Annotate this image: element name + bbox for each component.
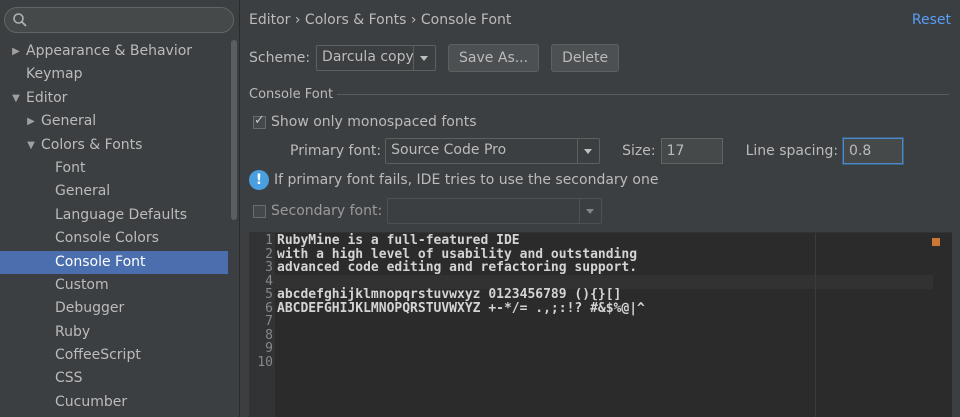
scheme-dropdown[interactable]: Darcula copy [316,45,437,71]
section-title: Console Font [249,87,338,102]
tree-item-colors-general[interactable]: General [0,180,228,203]
size-label: Size: [622,143,656,159]
settings-tree: ▶ Appearance & Behavior Keymap ▼ Editor … [0,40,228,414]
tree-item-label: Cucumber [55,393,128,410]
code-line: RubyMine is a full-featured IDE [277,233,520,248]
settings-sidebar: ▶ Appearance & Behavior Keymap ▼ Editor … [0,0,240,417]
line-number: 2 [265,246,273,262]
tree-item-label: CSS [55,370,83,387]
size-input[interactable]: 17 [660,138,723,164]
tree-item-ruby[interactable]: Ruby [0,321,228,344]
tree-item-label: General [55,183,111,200]
tree-item-label: General [41,113,97,130]
tree-item-cucumber[interactable]: Cucumber [0,391,228,414]
code-line: ABCDEFGHIJKLMNOPQRSTUVWXYZ +-*/= .,;:!? … [277,300,645,316]
line-number: 1 [265,233,273,248]
primary-font-label: Primary font: [290,143,382,159]
secondary-font-checkbox[interactable] [253,204,266,218]
tree-item-console-font[interactable]: Console Font [0,250,228,274]
scheme-row: Scheme: Darcula copy Save As... Delete [249,44,620,72]
line-number: 4 [265,273,273,289]
scrollbar-thumb[interactable] [231,40,237,220]
right-margin-guide [815,233,816,417]
breadcrumb: Editor › Colors & Fonts › Console Font [249,12,512,28]
sidebar-scrollbar[interactable] [231,40,237,417]
tree-item-editor-general[interactable]: ▶ General [0,110,228,133]
tree-item-coffeescript[interactable]: CoffeeScript [0,344,228,367]
save-as-button[interactable]: Save As... [448,44,540,72]
secondary-font-label: Secondary font: [271,203,383,219]
info-row: ! If primary font fails, IDE tries to us… [249,170,658,190]
tree-item-label: Appearance & Behavior [26,43,193,59]
collapse-arrow-icon[interactable]: ▼ [10,87,22,110]
primary-font-value: Source Code Pro [391,142,507,158]
line-number: 5 [265,287,273,302]
tree-item-label: Keymap [26,66,83,83]
line-number: 7 [265,314,273,329]
tree-item-label: Console Colors [55,230,159,247]
section-divider [335,94,949,95]
tree-item-css[interactable]: CSS [0,367,228,390]
tree-item-label: Console Font [55,253,146,270]
secondary-font-dropdown[interactable] [387,198,603,224]
settings-search-box[interactable] [4,7,234,33]
tree-item-appearance-behavior[interactable]: ▶ Appearance & Behavior [0,40,228,63]
delete-button[interactable]: Delete [551,44,620,72]
line-number: 8 [265,327,273,343]
search-icon [13,13,27,27]
line-number: 3 [265,260,273,275]
tree-item-colors-fonts[interactable]: ▼ Colors & Fonts [0,134,228,157]
code-line: advanced code editing and refactoring su… [277,260,638,275]
tree-item-language-defaults[interactable]: Language Defaults [0,204,228,227]
tree-item-editor[interactable]: ▼ Editor [0,87,228,110]
chevron-down-icon[interactable] [413,46,435,70]
tree-item-custom[interactable]: Custom [0,274,228,297]
tree-item-label: Ruby [55,323,91,340]
tree-item-debugger[interactable]: Debugger [0,297,228,320]
monospaced-row[interactable]: Show only monospaced fonts [253,113,477,130]
scheme-label: Scheme: [249,50,311,66]
monospaced-label: Show only monospaced fonts [271,114,477,130]
tree-item-label: Debugger [55,300,125,317]
tree-item-label: Editor [26,89,68,106]
info-text: If primary font fails, IDE tries to use … [274,172,659,188]
expand-arrow-icon[interactable]: ▶ [25,110,37,133]
secondary-font-row: Secondary font: [253,198,603,224]
tree-item-label: Font [55,159,86,176]
tree-item-font[interactable]: Font [0,157,228,180]
line-number-gutter: 1 2 3 4 5 6 7 8 9 10 [249,233,275,417]
tree-item-console-colors[interactable]: Console Colors [0,227,228,250]
collapse-arrow-icon[interactable]: ▼ [25,134,37,157]
settings-main-panel: Editor › Colors & Fonts › Console Font R… [241,0,960,417]
primary-font-dropdown[interactable]: Source Code Pro [385,138,601,164]
tree-item-label: Language Defaults [55,206,187,223]
line-number: 6 [265,300,273,316]
font-preview-editor[interactable]: 1 2 3 4 5 6 7 8 9 10 RubyMine is a full-… [249,232,952,417]
scheme-value: Darcula copy [322,49,414,65]
primary-font-row: Primary font: Source Code Pro Size: 17 L… [290,138,904,164]
error-stripe-marker[interactable] [932,238,940,246]
monospaced-checkbox[interactable] [253,113,266,129]
reset-link[interactable]: Reset [912,12,951,28]
code-line: with a high level of usability and outst… [277,246,638,262]
tree-item-label: Custom [55,276,109,293]
tree-item-label: CoffeeScript [55,347,141,364]
line-number: 9 [265,341,273,356]
info-icon: ! [249,170,269,190]
tree-item-keymap[interactable]: Keymap [0,63,228,86]
code-line: abcdefghijklmnopqrstuvwxyz 0123456789 ()… [277,287,622,302]
chevron-down-icon[interactable] [579,199,601,223]
search-input[interactable] [31,11,227,29]
expand-arrow-icon[interactable]: ▶ [10,40,22,63]
line-spacing-input[interactable]: 0.8 [843,138,904,164]
line-number: 10 [257,354,273,370]
chevron-down-icon[interactable] [577,139,599,163]
line-spacing-label: Line spacing: [745,143,839,159]
tree-item-label: Colors & Fonts [41,136,143,153]
